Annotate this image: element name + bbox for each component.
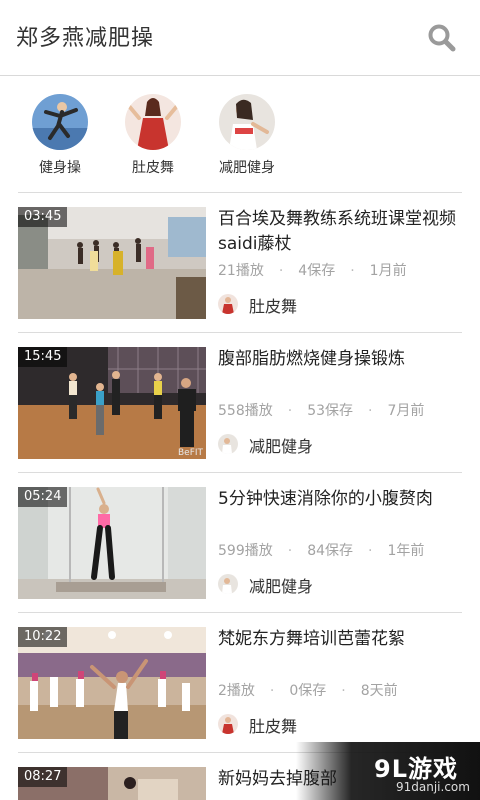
category-fitness-label: 健身操 <box>39 160 81 176</box>
category-bellydance-label: 肚皮舞 <box>132 160 174 176</box>
video-duration-badge: 03:45 <box>18 207 68 227</box>
meta-separator: · <box>278 263 284 279</box>
meta-separator: · <box>287 543 293 559</box>
author-avatar <box>218 434 238 454</box>
video-time: 1年前 <box>387 543 425 559</box>
video-play-count: 2播放 <box>218 683 255 699</box>
category-fitness[interactable]: 健身操 <box>20 94 100 177</box>
video-duration-badge: 05:24 <box>18 487 68 507</box>
category-row: 健身操 肚皮舞 减肥健身 <box>0 76 480 192</box>
author-name: 减肥健身 <box>249 577 314 596</box>
author-avatar <box>218 294 238 314</box>
video-meta: 21播放 · 4保存 · 1月前 <box>218 260 422 280</box>
search-icon[interactable] <box>426 22 458 54</box>
video-play-count: 599播放 <box>218 543 273 559</box>
video-meta: 599播放 · 84保存 · 1年前 <box>218 540 439 560</box>
video-thumbnail[interactable]: 08:27 <box>18 767 206 800</box>
video-meta: 2播放 · 0保存 · 8天前 <box>218 680 413 700</box>
video-save-count: 4保存 <box>298 263 336 279</box>
meta-separator: · <box>341 683 346 699</box>
video-thumbnail[interactable]: 03:45 <box>18 207 206 319</box>
watermark-url: 91danji.com <box>396 780 470 794</box>
meta-separator: · <box>350 263 355 279</box>
meta-separator: · <box>368 543 373 559</box>
category-bellydance[interactable]: 肚皮舞 <box>113 94 193 177</box>
meta-separator: · <box>287 403 293 419</box>
video-meta: 558播放 · 53保存 · 7月前 <box>218 400 439 420</box>
video-item[interactable]: BeFIT 15:45 腹部脂肪燃烧健身操锻炼 558播放 · 53保存 · 7月前 减… <box>0 332 480 472</box>
video-thumbnail[interactable]: 05:24 <box>18 487 206 599</box>
author-name: 减肥健身 <box>249 437 314 456</box>
video-item[interactable]: 10:22 梵妮东方舞培训芭蕾花絮 2播放 · 0保存 · 8天前 肚皮舞 <box>0 612 480 752</box>
author-name: 肚皮舞 <box>249 297 298 316</box>
category-weightloss-avatar <box>219 94 275 150</box>
video-duration-badge: 15:45 <box>18 347 68 367</box>
video-duration-badge: 10:22 <box>18 627 68 647</box>
video-item[interactable]: 03:45 百合埃及舞教练系统班课堂视频saidi藤杖 21播放 · 4保存 · 1月前… <box>0 192 480 332</box>
category-weightloss[interactable]: 减肥健身 <box>207 94 287 177</box>
watermark: 9L游戏 91danji.com <box>296 742 480 800</box>
video-title[interactable]: 梵妮东方舞培训芭蕾花絮 <box>218 627 468 652</box>
video-save-count: 53保存 <box>307 403 354 419</box>
video-play-count: 558播放 <box>218 403 273 419</box>
video-time: 1月前 <box>369 263 407 279</box>
author-name: 肚皮舞 <box>249 717 298 736</box>
video-item[interactable]: 05:24 5分钟快速消除你的小腹赘肉 599播放 · 84保存 · 1年前 减肥健身 <box>0 472 480 612</box>
meta-separator: · <box>368 403 373 419</box>
category-fitness-avatar <box>32 94 88 150</box>
video-duration-badge: 08:27 <box>18 767 68 787</box>
category-bellydance-avatar <box>125 94 181 150</box>
meta-separator: · <box>269 683 275 699</box>
category-weightloss-label: 减肥健身 <box>219 160 275 176</box>
video-time: 7月前 <box>387 403 425 419</box>
video-save-count: 0保存 <box>289 683 327 699</box>
video-thumbnail-logo: BeFIT <box>178 448 204 458</box>
video-thumbnail[interactable]: 10:22 <box>18 627 206 739</box>
video-title[interactable]: 百合埃及舞教练系统班课堂视频saidi藤杖 <box>218 207 468 257</box>
video-title[interactable]: 腹部脂肪燃烧健身操锻炼 <box>218 347 468 372</box>
video-time: 8天前 <box>360 683 398 699</box>
video-save-count: 84保存 <box>307 543 354 559</box>
video-play-count: 21播放 <box>218 263 264 279</box>
author-avatar <box>218 574 238 594</box>
video-thumbnail[interactable]: BeFIT 15:45 <box>18 347 206 459</box>
watermark-title: 9L游戏 <box>374 755 458 783</box>
author-avatar <box>218 714 238 734</box>
app-header: 郑多燕减肥操 <box>0 0 480 76</box>
page-title: 郑多燕减肥操 <box>16 26 155 51</box>
video-title[interactable]: 5分钟快速消除你的小腹赘肉 <box>218 487 468 512</box>
